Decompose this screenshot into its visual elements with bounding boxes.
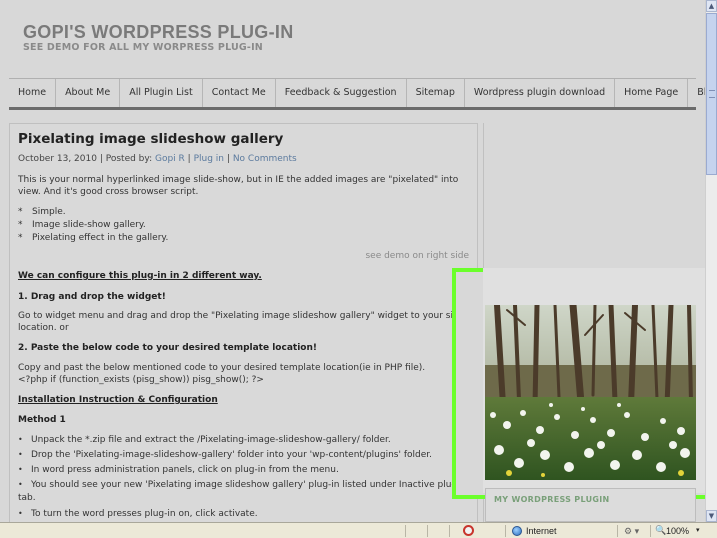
zoom-level[interactable]: 100% <box>666 525 689 537</box>
meta-separator: | <box>187 154 191 164</box>
configure-heading: We can configure this plug-in in 2 diffe… <box>18 271 262 281</box>
scrollbar-thumb[interactable] <box>706 13 717 175</box>
comments-link[interactable]: No Comments <box>233 154 297 164</box>
step2-code: <?php if (function_exists (pisg_show)) p… <box>18 375 264 385</box>
nav-underline <box>9 107 696 110</box>
widget-title: MY WORDPRESS PLUGIN <box>494 495 610 504</box>
site-title[interactable]: GOPI'S WORDPRESS PLUG-IN <box>23 22 294 43</box>
meta-separator: | <box>226 154 230 164</box>
status-divider <box>617 525 618 537</box>
status-divider <box>505 525 506 537</box>
category-link[interactable]: Plug in <box>194 154 224 164</box>
nav-item-feedback[interactable]: Feedback & Suggestion <box>276 79 407 107</box>
step1-line-1: Go to widget menu and drag and drop the … <box>18 311 478 321</box>
grip-icon <box>709 90 715 98</box>
protected-mode-icon[interactable]: ⚙ ▾ <box>624 525 639 537</box>
nav-item-about-me[interactable]: About Me <box>56 79 121 107</box>
list-item: • To turn the word presses plug-in on, cl… <box>18 509 258 519</box>
list-item-wrap: tab. <box>18 493 36 503</box>
step2-line-1: Copy and past the below mentioned code t… <box>18 363 426 373</box>
feature-item: * Simple. <box>18 207 66 217</box>
nav-item-plugin-download[interactable]: Wordpress plugin download <box>465 79 616 107</box>
list-item: • In word press administration panels, cl… <box>18 465 339 475</box>
nav-item-contact-me[interactable]: Contact Me <box>203 79 276 107</box>
slideshow-image[interactable] <box>485 305 696 480</box>
feature-item: * Image slide-show gallery. <box>18 220 146 230</box>
posted-by-label: | Posted by: <box>99 154 153 164</box>
nav-item-sitemap[interactable]: Sitemap <box>407 79 465 107</box>
forest-photo <box>485 305 696 480</box>
intro-line-2: view. And it's good cross browser script… <box>18 187 199 197</box>
internet-zone-icon <box>512 526 522 536</box>
status-bar: Internet ⚙ ▾ 🔍 100% ▾ <box>0 522 717 538</box>
list-item: • Drop the 'Pixelating-image-slideshow-ga… <box>18 450 432 460</box>
site-subtitle: SEE DEMO FOR ALL MY WORPRESS PLUG-IN <box>23 42 263 53</box>
sidebar-widget: MY WORDPRESS PLUGIN <box>485 488 696 522</box>
nav-item-home[interactable]: Home <box>9 79 57 107</box>
feature-item: * Pixelating effect in the gallery. <box>18 233 169 243</box>
intro-line-1: This is your normal hyperlinked image sl… <box>18 175 459 185</box>
status-divider <box>405 525 406 537</box>
step1-heading: 1. Drag and drop the widget! <box>18 292 166 302</box>
list-item: • You should see your new 'Pixelating ima… <box>18 480 461 490</box>
scroll-down-icon[interactable]: ▼ <box>706 510 717 522</box>
post-date: October 13, 2010 <box>18 154 97 164</box>
zoom-icon[interactable]: 🔍 <box>655 525 666 536</box>
status-divider <box>650 525 651 537</box>
author-link[interactable]: Gopi R <box>155 154 185 164</box>
zoom-dropdown-icon[interactable]: ▾ <box>696 525 700 537</box>
security-icon[interactable] <box>463 525 474 536</box>
install-heading: Installation Instruction & Configuration <box>18 395 218 405</box>
vertical-scrollbar[interactable]: ▲ ▼ <box>705 0 717 522</box>
status-divider <box>427 525 428 537</box>
demo-note: see demo on right side <box>365 251 469 261</box>
list-item: • Unpack the *.zip file and extract the /… <box>18 435 391 445</box>
nav-item-blog[interactable]: Blog <box>688 79 705 107</box>
step2-heading: 2. Paste the below code to your desired … <box>18 343 317 353</box>
nav-item-home-page[interactable]: Home Page <box>615 79 689 107</box>
post-meta: October 13, 2010 | Posted by: Gopi R | P… <box>18 154 297 164</box>
step1-line-2: location. or <box>18 323 69 333</box>
post-content: Pixelating image slideshow gallery Octob… <box>9 123 478 522</box>
scroll-up-icon[interactable]: ▲ <box>706 0 717 12</box>
nav-item-all-plugin-list[interactable]: All Plugin List <box>120 79 203 107</box>
method-heading: Method 1 <box>18 415 66 425</box>
post-title[interactable]: Pixelating image slideshow gallery <box>18 131 283 147</box>
main-navigation: Home About Me All Plugin List Contact Me… <box>9 79 705 107</box>
zone-label: Internet <box>526 526 557 536</box>
status-divider <box>449 525 450 537</box>
